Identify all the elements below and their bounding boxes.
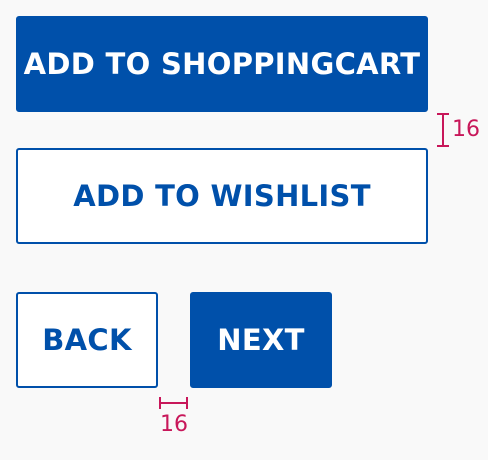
back-button[interactable]: BACK (16, 292, 158, 388)
vertical-spacing-label: 16 (452, 117, 480, 142)
vertical-spacing-marker (437, 113, 449, 147)
horizontal-spacing-marker (159, 397, 188, 409)
horizontal-spacing-label: 16 (160, 412, 188, 437)
next-button[interactable]: NEXT (190, 292, 332, 388)
add-to-shoppingcart-button[interactable]: ADD TO SHOPPINGCART (16, 16, 428, 112)
add-to-wishlist-button[interactable]: ADD TO WISHLIST (16, 148, 428, 244)
